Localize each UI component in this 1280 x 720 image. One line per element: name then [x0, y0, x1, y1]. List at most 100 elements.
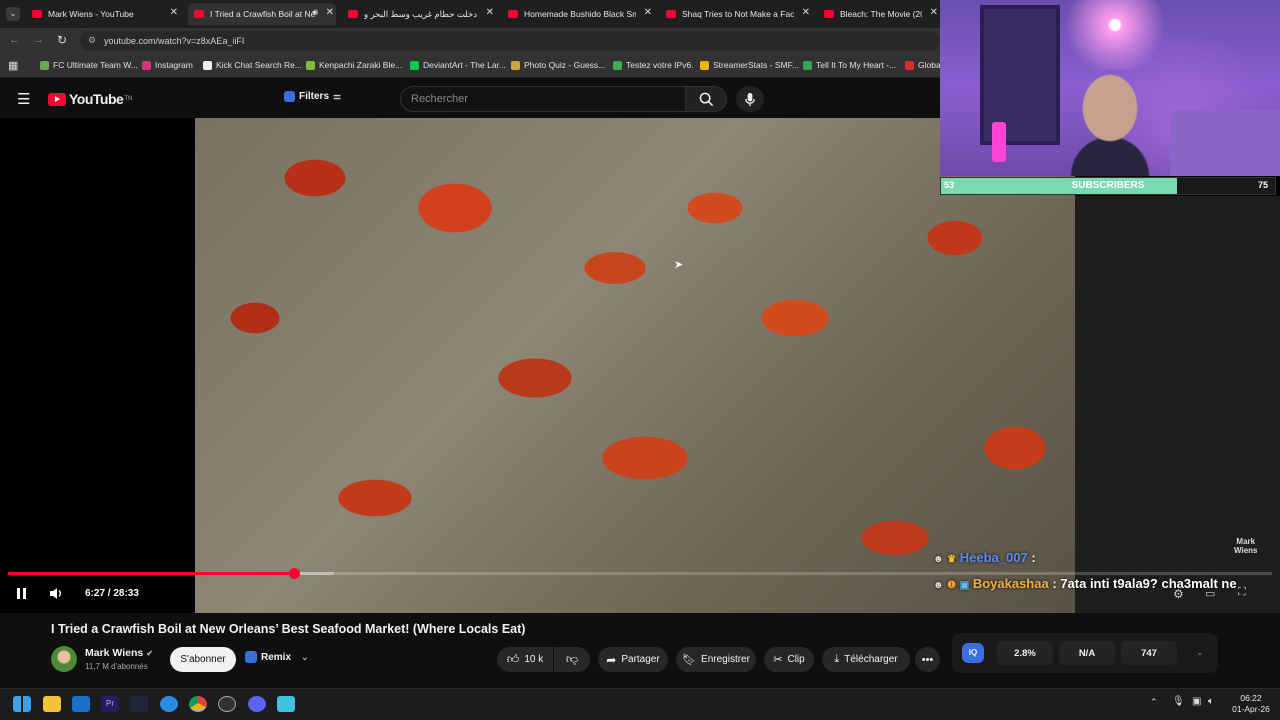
- streamer-person: [1070, 70, 1150, 176]
- browser-tab-strip: ⌄ Mark Wiens - YouTube ✕ I Tried a Crawfis…: [0, 0, 940, 28]
- more-actions-button[interactable]: •••: [915, 647, 940, 672]
- tray-network-icon[interactable]: ▣: [1192, 696, 1201, 707]
- close-tab-icon[interactable]: ✕: [802, 7, 810, 18]
- tray-chevron-icon[interactable]: ⌃: [1150, 697, 1158, 708]
- remix-button[interactable]: Remix ⌄: [245, 651, 309, 663]
- remix-label: Remix: [261, 651, 292, 663]
- browser-tab[interactable]: Homemade Bushido Black Smo ✕: [502, 3, 654, 25]
- bookmark-item[interactable]: Instagram: [142, 60, 193, 70]
- bookmark-item[interactable]: StreamerStats - SMF...: [700, 60, 799, 70]
- close-tab-icon[interactable]: ✕: [326, 7, 334, 18]
- dislike-button[interactable]: 👎︎: [554, 647, 590, 672]
- bookmark-label: Photo Quiz - Guess...: [524, 60, 606, 70]
- progress-scrubber-handle[interactable]: [289, 568, 300, 579]
- save-button[interactable]: 🔖︎ Enregistrer: [676, 647, 756, 672]
- close-tab-icon[interactable]: ✕: [486, 7, 494, 18]
- search-input[interactable]: Rechercher: [400, 86, 686, 112]
- browser-tab[interactable]: Bleach: The Movie (2027) | B ✕: [818, 3, 940, 25]
- clip-label: Clip: [787, 654, 805, 665]
- notepad-icon[interactable]: [277, 696, 295, 712]
- search-placeholder: Rechercher: [411, 93, 468, 105]
- reload-icon[interactable]: ↻: [57, 33, 67, 47]
- back-icon[interactable]: ←: [9, 34, 20, 46]
- tab-label: Shaq Tries to Not Make a Face: [682, 9, 794, 19]
- close-tab-icon[interactable]: ✕: [170, 7, 178, 18]
- filters-button[interactable]: Filters ⚌: [284, 91, 341, 102]
- fullscreen-icon[interactable]: ⛶: [1238, 586, 1246, 599]
- bookmark-item[interactable]: Photo Quiz - Guess...: [511, 60, 605, 70]
- browser-nav-bar: ← → ↻ ⚙ youtube.com/watch?v=z8xAEa_iiFI: [0, 28, 940, 54]
- subscribe-button[interactable]: S'abonner: [170, 647, 236, 672]
- close-tab-icon[interactable]: ✕: [644, 7, 652, 18]
- bookmark-item[interactable]: Testez votre IPv6.: [613, 60, 694, 70]
- voice-search-button[interactable]: [736, 86, 764, 112]
- bookmark-label: Kenpachi Zaraki Ble...: [319, 60, 403, 70]
- browser-tab[interactable]: Shaq Tries to Not Make a Face ✕: [660, 3, 812, 25]
- obs-icon[interactable]: [218, 696, 236, 712]
- neon-sun-light: [1060, 0, 1170, 70]
- app-blue-icon[interactable]: [160, 696, 178, 712]
- file-explorer-icon[interactable]: [43, 696, 61, 712]
- mouse-cursor-icon: ➤: [674, 259, 684, 271]
- search-icon: [699, 92, 713, 106]
- bookmark-item[interactable]: Tell It To My Heart -...: [803, 60, 896, 70]
- bookmark-item[interactable]: Kenpachi Zaraki Ble...: [306, 60, 402, 70]
- chat-sub-badge-icon: ▣: [959, 580, 970, 591]
- browser-tab[interactable]: Mark Wiens - YouTube ✕: [26, 3, 180, 25]
- premiere-icon[interactable]: Pr: [101, 696, 119, 712]
- bookmark-item[interactable]: FC Ultimate Team W...: [40, 60, 138, 70]
- channel-watermark[interactable]: Mark Wiens: [1234, 537, 1258, 555]
- youtube-logo-region: TN: [124, 96, 133, 102]
- channel-avatar[interactable]: [51, 646, 77, 672]
- bookmark-item[interactable]: Kick Chat Search Re...: [203, 60, 302, 70]
- discord-icon[interactable]: [248, 696, 266, 712]
- extension-badge[interactable]: IQ: [962, 643, 984, 663]
- subscriber-goal-target: 75: [1258, 180, 1269, 190]
- chevron-down-icon[interactable]: ⌄: [1196, 647, 1204, 658]
- share-button[interactable]: ➦ Partager: [598, 647, 668, 672]
- close-tab-icon[interactable]: ✕: [930, 7, 938, 18]
- filters-label: Filters: [299, 91, 330, 102]
- taskbar-clock[interactable]: 06:22 01-Apr-26: [1226, 693, 1276, 715]
- bookmark-label: Globa: [918, 60, 941, 70]
- remix-icon: [245, 651, 257, 663]
- youtube-favicon-icon: [32, 10, 42, 18]
- more-horizontal-icon: •••: [921, 653, 934, 666]
- browser-tab[interactable]: دخلت حطام غريب وسط البحر و ✕: [342, 3, 496, 25]
- search-button[interactable]: [685, 86, 727, 112]
- forward-icon[interactable]: →: [33, 34, 44, 46]
- bookmark-item[interactable]: DeviantArt - The Lar...: [410, 60, 506, 70]
- volume-button[interactable]: [47, 585, 65, 601]
- tray-volume-icon[interactable]: 🔈︎: [1208, 696, 1214, 707]
- windows-start-icon[interactable]: [13, 696, 31, 712]
- volume-icon: [50, 587, 61, 599]
- outlook-icon[interactable]: [72, 696, 90, 712]
- chrome-icon[interactable]: [189, 696, 207, 712]
- channel-name[interactable]: Mark Wiens ✔: [85, 647, 153, 659]
- bookmarks-bar: ▦ FC Ultimate Team W... Instagram Kick Cha…: [0, 54, 941, 78]
- browser-tab[interactable]: I Tried a Crawfish Boil at Ne 🔊︎ ✕: [188, 3, 336, 25]
- channel-name-text: Mark Wiens: [85, 647, 144, 659]
- tray-mic-icon[interactable]: 🎙︎: [1172, 696, 1185, 707]
- steam-icon[interactable]: [130, 696, 148, 712]
- bookmark-label: Tell It To My Heart -...: [816, 60, 897, 70]
- theater-mode-icon[interactable]: ▭: [1205, 587, 1215, 600]
- bookmark-item[interactable]: Globa: [905, 60, 941, 70]
- clip-button[interactable]: ✂ Clip: [764, 647, 814, 672]
- tab-audio-icon[interactable]: 🔊︎: [312, 7, 318, 18]
- pause-button[interactable]: [12, 585, 30, 601]
- microphone-stand: [992, 122, 1006, 162]
- extension-stat-1: 2.8%: [997, 641, 1053, 665]
- youtube-favicon-icon: [348, 10, 358, 18]
- like-button[interactable]: 👍︎ 10 k: [497, 647, 553, 672]
- site-info-icon[interactable]: ⚙: [88, 35, 96, 46]
- settings-icon[interactable]: ⚙: [1173, 587, 1184, 601]
- tab-label: Mark Wiens - YouTube: [48, 9, 134, 19]
- youtube-logo[interactable]: YouTube TN: [48, 91, 132, 107]
- address-bar[interactable]: ⚙ youtube.com/watch?v=z8xAEa_iiFI: [80, 31, 940, 51]
- bookmark-favicon-icon: [40, 60, 49, 70]
- menu-icon[interactable]: ☰: [17, 90, 30, 108]
- download-button[interactable]: ⤓ Télécharger: [822, 647, 910, 672]
- tab-list-chevron-icon[interactable]: ⌄: [6, 7, 20, 21]
- apps-grid-icon[interactable]: ▦: [8, 59, 18, 72]
